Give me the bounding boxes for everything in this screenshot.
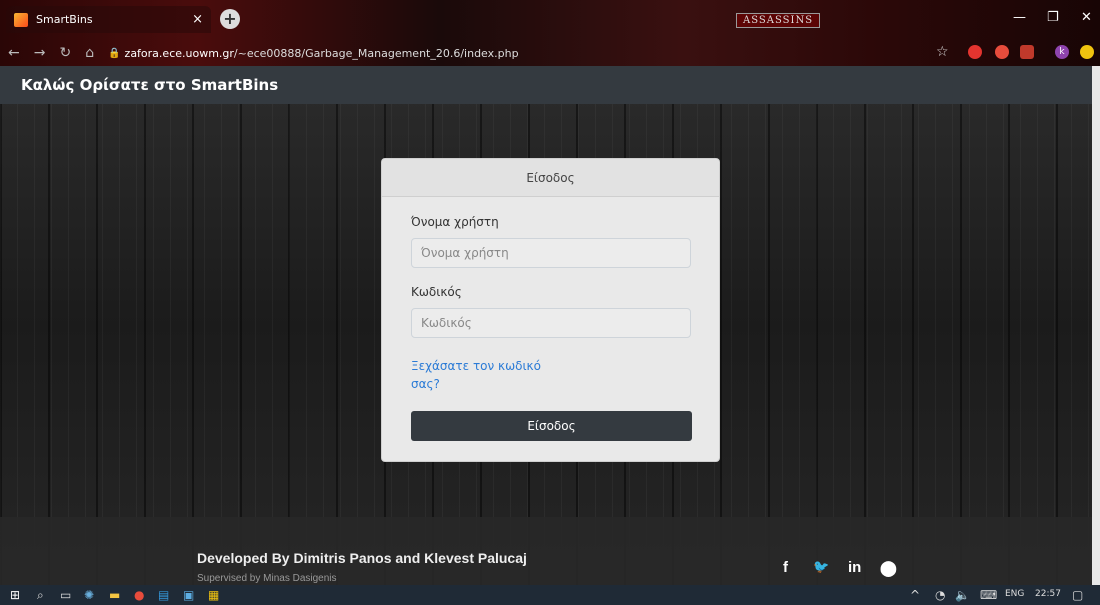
username-input[interactable] [411, 238, 691, 268]
facebook-icon[interactable]: f [783, 559, 788, 576]
twitter-icon[interactable]: 🐦 [813, 559, 829, 575]
forward-icon[interactable]: → [34, 45, 46, 61]
tray-chevron-icon[interactable]: ^ [910, 588, 920, 602]
search-icon[interactable]: ⌕ [37, 588, 44, 603]
page-title[interactable]: Καλώς Ορίσατε στο SmartBins [21, 76, 278, 94]
smartbins-favicon-icon [14, 12, 28, 27]
volume-icon[interactable]: 🔈 [955, 588, 970, 602]
clock-time[interactable]: 22:57 [1035, 589, 1061, 599]
top-navbar: Καλώς Ορίσατε στο SmartBins [0, 66, 1092, 104]
reload-icon[interactable]: ↻ [59, 45, 71, 61]
github-icon[interactable]: ⬤ [880, 559, 897, 577]
password-input[interactable] [411, 308, 691, 338]
new-tab-button[interactable]: + [220, 9, 240, 29]
tab-title: SmartBins [36, 13, 93, 26]
extension-media-icon[interactable] [1020, 45, 1034, 59]
home-icon[interactable]: ⌂ [85, 45, 94, 61]
url-field[interactable]: zafora.ece.uowm.gr/~ece00888/Garbage_Man… [125, 47, 519, 60]
profile-avatar-icon[interactable]: k [1055, 45, 1069, 59]
browser-tab[interactable]: SmartBins × [6, 6, 211, 33]
url-domain: zafora.ece.uowm.gr [124, 46, 234, 60]
keyboard-icon[interactable]: ⌨ [980, 588, 997, 602]
login-form: Όνομα χρήστη Κωδικός Ξεχάσατε τον κωδικό… [382, 197, 719, 441]
close-window-icon[interactable]: ✕ [1081, 10, 1092, 25]
windows-start-icon[interactable]: ⊞ [10, 588, 20, 602]
lock-icon[interactable]: 🔒 [108, 48, 120, 59]
forgot-password-link[interactable]: Ξεχάσατε τον κωδικό σας? [411, 357, 561, 393]
username-label: Όνομα χρήστη [411, 215, 499, 229]
extension-shield-icon[interactable] [968, 45, 982, 59]
password-label: Κωδικός [411, 285, 462, 299]
page-scrollbar[interactable] [1092, 66, 1100, 585]
address-bar: ← → ↻ ⌂ 🔒 zafora.ece.uowm.gr/~ece00888/G… [0, 40, 1100, 66]
login-card-header: Είσοδος [382, 159, 719, 197]
minimize-icon[interactable]: — [1013, 10, 1026, 25]
input-language[interactable]: ENG [1005, 589, 1024, 599]
notepad-icon[interactable]: ▦ [208, 588, 219, 602]
remote-desktop-icon[interactable]: ▣ [183, 588, 194, 602]
file-explorer-icon[interactable]: ▬ [109, 588, 120, 602]
bookmark-star-icon[interactable]: ☆ [936, 44, 949, 60]
wifi-icon[interactable]: ◔ [935, 588, 945, 602]
theme-banner-logo: ASSASSINS [736, 13, 821, 28]
update-alert-icon[interactable] [1080, 45, 1094, 59]
chrome-icon[interactable]: ● [134, 588, 144, 602]
extension-adblock-icon[interactable] [995, 45, 1009, 59]
page-background: Καλώς Ορίσατε στο SmartBins Είσοδος Όνομ… [0, 66, 1092, 585]
back-icon[interactable]: ← [8, 45, 20, 61]
task-view-icon[interactable]: ▭ [60, 588, 71, 602]
windows-taskbar: ⊞ ⌕ ▭ ✺ ▬ ● ▤ ▣ ▦ ^ ◔ 🔈 ⌨ ENG 22:57 ▢ [0, 585, 1100, 605]
supervisor-credit: Supervised by Minas Dasigenis [197, 573, 337, 584]
app-icon-1[interactable]: ✺ [84, 588, 94, 602]
maximize-icon[interactable]: ❐ [1047, 10, 1059, 25]
document-icon[interactable]: ▤ [158, 588, 169, 602]
tab-close-icon[interactable]: × [192, 12, 203, 27]
login-card: Είσοδος Όνομα χρήστη Κωδικός Ξεχάσατε το… [381, 158, 720, 462]
browser-chrome: SmartBins × + ASSASSINS — ❐ ✕ ← → ↻ ⌂ 🔒 … [0, 0, 1100, 66]
notifications-icon[interactable]: ▢ [1072, 588, 1083, 602]
login-submit-button[interactable]: Είσοδος [411, 411, 692, 441]
linkedin-icon[interactable]: in [848, 559, 861, 576]
developer-credit: Developed By Dimitris Panos and Klevest … [197, 550, 527, 566]
footer: Developed By Dimitris Panos and Klevest … [0, 517, 1092, 585]
url-path: /~ece00888/Garbage_Management_20.6/index… [233, 46, 519, 60]
